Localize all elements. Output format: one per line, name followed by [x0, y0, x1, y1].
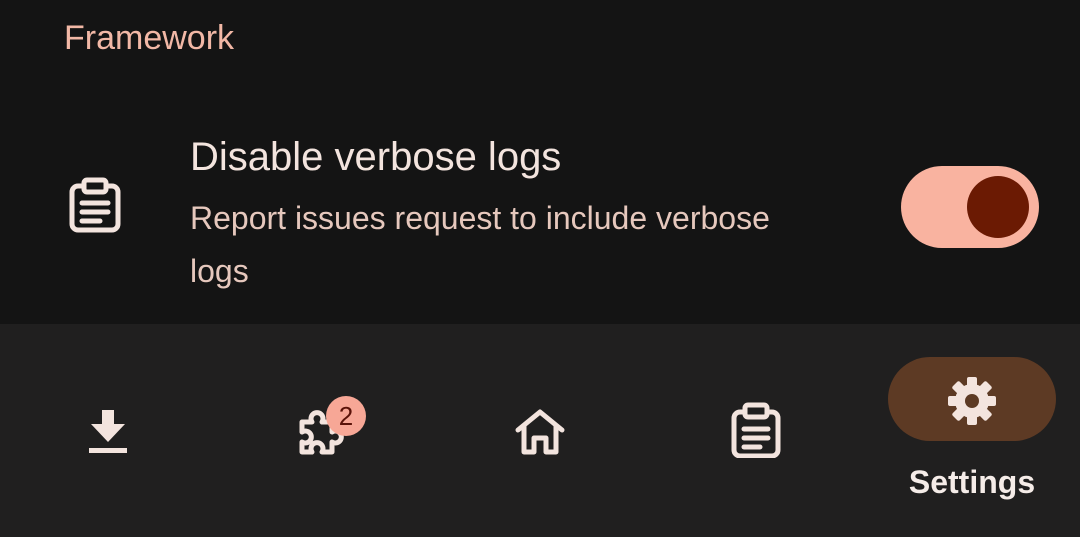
gear-icon [945, 374, 996, 425]
setting-title: Disable verbose logs [190, 135, 562, 179]
nav-item-home[interactable] [432, 324, 648, 537]
verbose-logs-setting-row[interactable]: Disable verbose logs Report issues reque… [0, 110, 1080, 310]
nav-item-extensions[interactable] [216, 324, 432, 537]
notification-badge: 2 [326, 396, 366, 436]
home-icon [514, 406, 565, 456]
bottom-navigation-bar: 2 Settings [0, 324, 1080, 537]
section-header: Framework [64, 19, 235, 57]
clipboard-list-icon [730, 402, 781, 459]
nav-item-logs[interactable] [648, 324, 864, 537]
clipboard-list-icon [66, 176, 124, 234]
setting-subtitle: Report issues request to include verbose… [190, 200, 770, 289]
nav-label-settings: Settings [908, 464, 1036, 500]
nav-item-settings[interactable] [888, 357, 1056, 441]
nav-item-downloads[interactable] [0, 324, 216, 537]
download-icon [83, 406, 133, 456]
verbose-logs-toggle[interactable] [901, 166, 1039, 248]
settings-screen: Framework Disable verbose logs Report is… [0, 0, 1080, 537]
toggle-knob [967, 176, 1029, 238]
